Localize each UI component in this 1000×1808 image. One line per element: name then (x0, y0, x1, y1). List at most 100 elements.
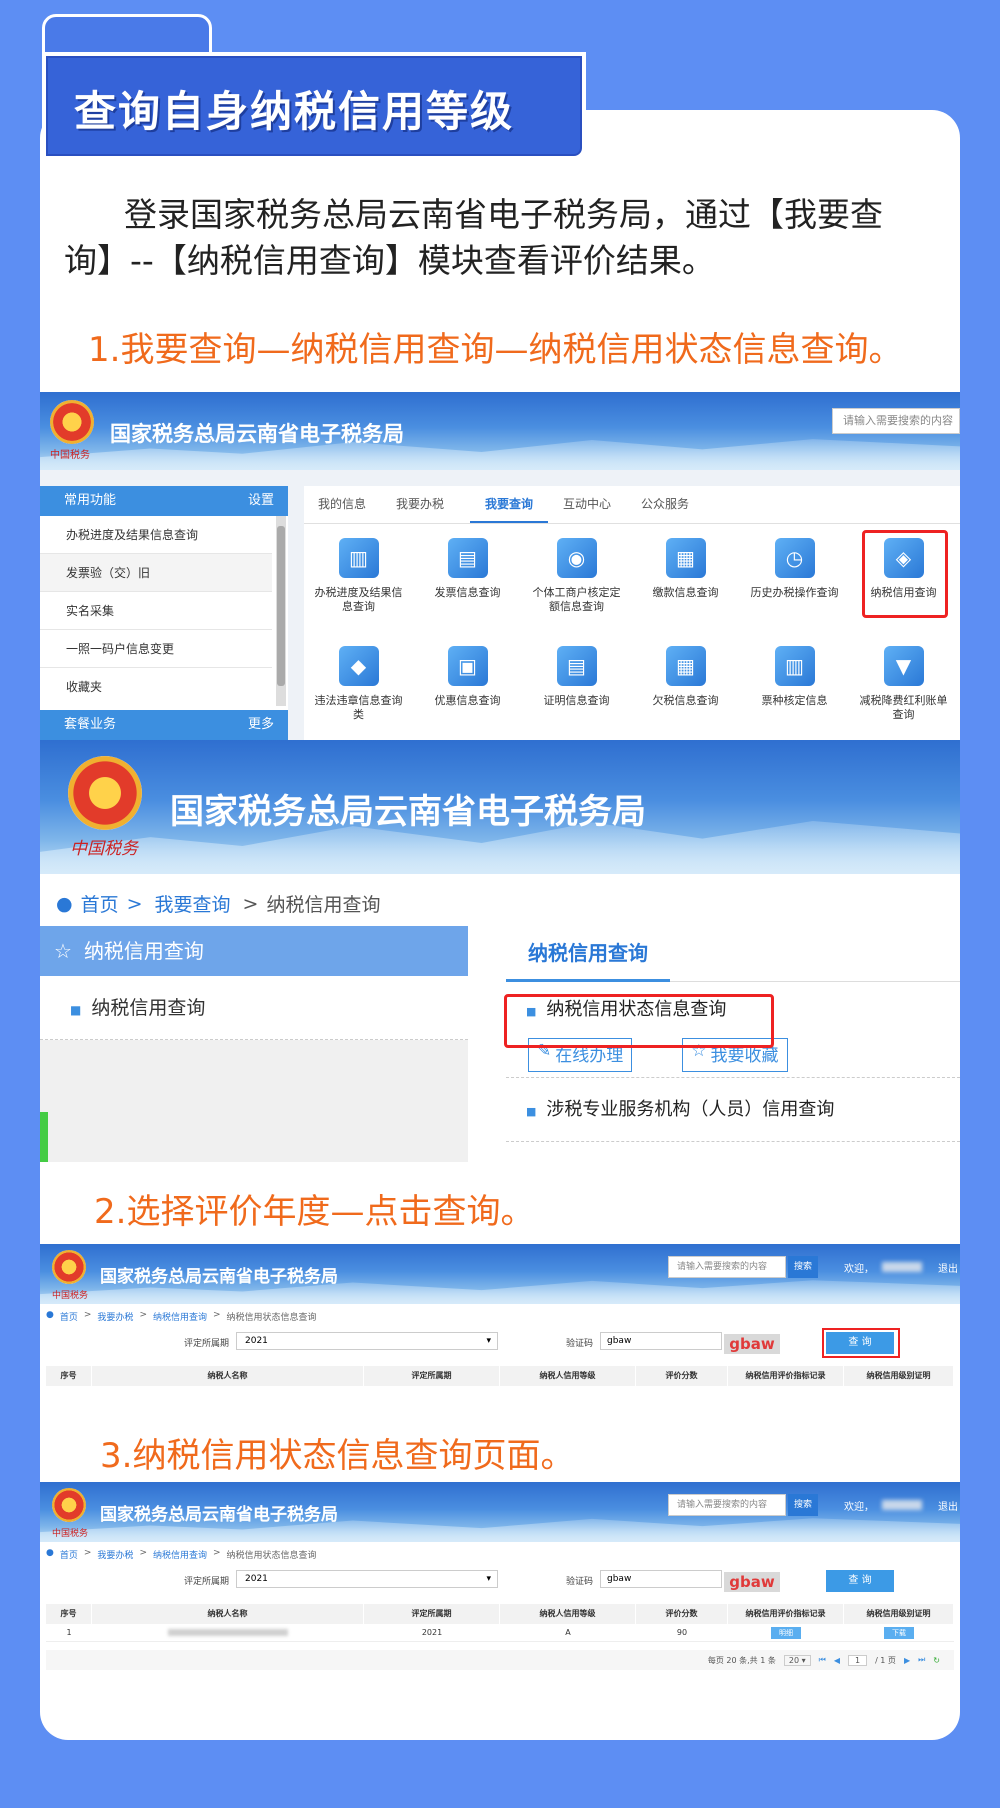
service-tile[interactable]: ◉ 个体工商户核定定额信息查询 (522, 530, 631, 638)
menu-item-label: 涉税专业服务机构（人员）信用查询 (546, 1099, 835, 1120)
service-tile-label: 办税进度及结果信息查询 (314, 586, 403, 613)
captcha-label: 验证码 (566, 1339, 594, 1349)
sidebar-more-link[interactable]: 更多 (248, 710, 274, 740)
breadcrumb: ● 首页 > 我要查询 > 纳税信用查询 (56, 890, 380, 917)
welcome-text: 欢迎， (844, 1502, 874, 1513)
breadcrumb-home[interactable]: 首页 (60, 1310, 78, 1323)
search-input[interactable]: 请输入需要搜索的内容 (668, 1494, 786, 1516)
service-tile[interactable]: ▦ 缴款信息查询 (631, 530, 740, 638)
document-search-icon: ▦ (665, 538, 706, 578)
service-tile[interactable]: ▦ 欠税信息查询 (631, 638, 740, 740)
column-header: 评价分数 (636, 1604, 728, 1624)
search-button[interactable]: 搜索 (788, 1494, 818, 1516)
next-page-icon[interactable]: ▶ (904, 1656, 910, 1665)
captcha-input[interactable]: gbaw (600, 1570, 722, 1588)
column-header: 纳税信用级别证明 (844, 1604, 954, 1624)
breadcrumb-credit[interactable]: 纳税信用查询 (153, 1548, 207, 1561)
service-tile-label: 减税降费红利账单查询 (859, 694, 948, 721)
result-table-header: 序号 纳税人名称 评定所属期 纳税人信用等级 评价分数 纳税信用评价指标记录 纳税信用级别证… (46, 1366, 954, 1386)
prev-page-icon[interactable]: ◀ (834, 1656, 840, 1665)
left-nav-item[interactable]: ■ 纳税信用查询 (40, 976, 468, 1040)
search-input[interactable]: 请输入需要搜索的内容 (668, 1256, 786, 1278)
service-tile[interactable]: ▥ 票种核定信息 (740, 638, 849, 740)
service-tile-label: 证明信息查询 (543, 694, 610, 707)
breadcrumb-credit[interactable]: 纳税信用查询 (153, 1310, 207, 1323)
sidebar-item[interactable]: 实名采集 (40, 592, 272, 630)
detail-button[interactable]: 明细 (771, 1626, 801, 1639)
pagination-bar: 每页 20 条,共 1 条 20 ▾ ⏮ ◀ 1 / 1 页 ▶ ⏭ ↻ (46, 1650, 954, 1670)
captcha-image[interactable]: gbaw (724, 1334, 780, 1354)
page-heading: 查询自身纳税信用等级 (74, 87, 515, 136)
sidebar-item[interactable]: 办税进度及结果信息查询 (40, 516, 272, 554)
logout-link[interactable]: 退出 (938, 1260, 958, 1275)
tab-public-service[interactable]: 公众服务 (626, 486, 704, 523)
period-select[interactable]: 2021 ▾ (236, 1570, 498, 1588)
blurred-username (882, 1262, 922, 1272)
breadcrumb-current: 纳税信用查询 (266, 894, 381, 916)
column-header: 纳税信用级别证明 (844, 1366, 954, 1386)
column-header: 评定所属期 (364, 1366, 500, 1386)
page-size-select[interactable]: 20 ▾ (783, 1654, 811, 1666)
tax-emblem-icon (50, 400, 94, 444)
column-header: 序号 (46, 1604, 92, 1624)
blurred-taxpayer-name (168, 1629, 288, 1636)
certificate-search-icon: ▤ (556, 646, 597, 686)
captcha-input[interactable]: gbaw (600, 1332, 722, 1350)
sidebar-scrollbar[interactable] (276, 516, 286, 706)
page-input[interactable]: 1 (847, 1654, 868, 1666)
service-tile[interactable]: ▥ 办税进度及结果信息查询 (304, 530, 413, 638)
ticket-search-icon: ▣ (447, 646, 488, 686)
sidebar-setting-link[interactable]: 设置 (248, 486, 274, 516)
query-button[interactable]: 查 询 (826, 1570, 894, 1592)
welcome-text: 欢迎， (844, 1264, 874, 1275)
first-page-icon[interactable]: ⏮ (819, 1655, 826, 1665)
search-button[interactable]: 搜索 (788, 1256, 818, 1278)
left-nav-item-label: 纳税信用查询 (91, 997, 206, 1019)
cell-download: 下载 (844, 1624, 954, 1641)
ticket-type-icon: ▥ (774, 646, 815, 686)
location-pin-icon: ● (56, 892, 73, 915)
column-header: 纳税人名称 (92, 1366, 364, 1386)
sidebar-item[interactable]: 一照一码户信息变更 (40, 630, 272, 668)
bullet-icon: ■ (526, 1105, 537, 1118)
tab-tax-handling[interactable]: 我要办税 (396, 486, 470, 523)
column-header: 纳税信用评价指标记录 (728, 1366, 844, 1386)
sidebar-item[interactable]: 发票验（交）旧 (40, 554, 272, 592)
screenshot-credit-menu: 中国税务 国家税务总局云南省电子税务局 ● 首页 > 我要查询 > 纳税信用查询… (40, 740, 960, 1162)
logout-link[interactable]: 退出 (938, 1498, 958, 1513)
site-title: 国家税务总局云南省电子税务局 (170, 792, 646, 832)
menu-item-agency-credit[interactable]: ■ 涉税专业服务机构（人员）信用查询 (506, 1078, 960, 1142)
refresh-icon[interactable]: ↻ (933, 1656, 940, 1665)
period-label: 评定所属期 (184, 1339, 230, 1349)
breadcrumb-tax[interactable]: 我要办税 (97, 1310, 133, 1323)
breadcrumb-home[interactable]: 首页 (60, 1548, 78, 1561)
service-tile[interactable]: ◷ 历史办税操作查询 (740, 530, 849, 638)
breadcrumb-query[interactable]: 我要查询 (151, 890, 235, 917)
dropdown-arrow-icon: ▾ (486, 1336, 491, 1346)
download-button[interactable]: 下载 (884, 1626, 914, 1639)
site-header: 中国税务 国家税务总局云南省电子税务局 请输入需要搜索的内容 搜索 欢迎， 退出 (40, 1244, 960, 1304)
breadcrumb: ● 首页 > 我要办税 > 纳税信用查询 > 纳税信用状态信息查询 (46, 1548, 317, 1561)
service-tile[interactable]: ▼ 减税降费红利账单查询 (849, 638, 958, 740)
service-tile[interactable]: ▤ 证明信息查询 (522, 638, 631, 740)
last-page-icon[interactable]: ⏭ (918, 1655, 925, 1665)
sidebar-item[interactable]: 收藏夹 (40, 668, 272, 706)
service-tile[interactable]: ▤ 发票信息查询 (413, 530, 522, 638)
cell-name (92, 1624, 364, 1641)
service-tile[interactable]: ◆ 违法违章信息查询类 (304, 638, 413, 740)
captcha-image[interactable]: gbaw (724, 1572, 780, 1592)
period-select[interactable]: 2021 ▾ (236, 1332, 498, 1350)
tab-interaction[interactable]: 互动中心 (548, 486, 626, 523)
search-input[interactable]: 请输入需要搜索的内容 (832, 408, 960, 434)
tab-credit-query[interactable]: 纳税信用查询 (506, 926, 670, 982)
tab-query[interactable]: 我要查询 (470, 486, 548, 523)
breadcrumb-home[interactable]: 首页 (81, 890, 119, 917)
service-tile-label: 违法违章信息查询类 (314, 694, 403, 721)
sidebar: 常用功能 设置 办税进度及结果信息查询 发票验（交）旧 实名采集 一照一码户信息… (40, 486, 288, 740)
step3-caption: 3.纳税信用状态信息查询页面。 (100, 1436, 575, 1476)
tab-my-info[interactable]: 我的信息 (318, 486, 396, 523)
left-nav-header: ☆ 纳税信用查询 (40, 926, 468, 976)
site-header-large: 中国税务 国家税务总局云南省电子税务局 (40, 740, 960, 874)
service-tile[interactable]: ▣ 优惠信息查询 (413, 638, 522, 740)
breadcrumb-tax[interactable]: 我要办税 (97, 1548, 133, 1561)
